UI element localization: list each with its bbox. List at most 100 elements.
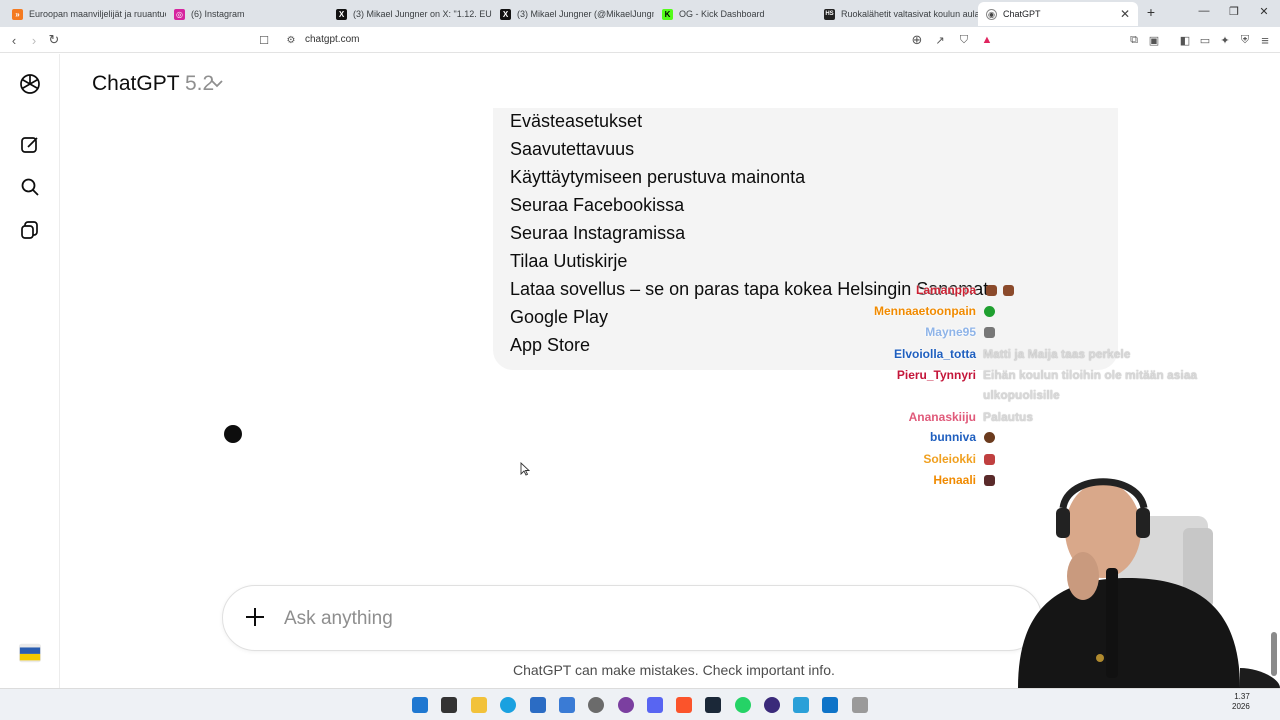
emote-icon bbox=[984, 454, 995, 465]
tab-title: (6) Instagram bbox=[191, 9, 245, 19]
openai-logo-icon[interactable] bbox=[18, 72, 42, 96]
new-tab-button[interactable]: + bbox=[1143, 4, 1159, 20]
windows-start-icon[interactable] bbox=[412, 697, 428, 713]
file-explorer-icon[interactable] bbox=[471, 697, 487, 713]
tab-favicon-icon: » bbox=[12, 8, 23, 20]
sidebar-icon[interactable]: ◧ bbox=[1177, 32, 1193, 48]
brave-icon[interactable] bbox=[676, 697, 692, 713]
tab-groups-icon[interactable]: ▣ bbox=[1146, 32, 1162, 48]
message-line: Tilaa Uutiskirje bbox=[510, 251, 628, 271]
chat-message: Eihän koulun tiloihin ole mitään asiaa bbox=[983, 368, 1198, 382]
model-selector[interactable]: ChatGPT 5.2 bbox=[92, 72, 214, 96]
app-icon[interactable] bbox=[852, 697, 868, 713]
extensions-icon[interactable]: ⧉ bbox=[1126, 32, 1142, 48]
chat-username: bunniva bbox=[929, 430, 976, 444]
emote-icon bbox=[986, 285, 997, 296]
tab-favicon-icon: ◉ bbox=[986, 8, 997, 20]
chat-username: Henaali bbox=[933, 473, 976, 487]
edge-icon[interactable] bbox=[500, 697, 516, 713]
discord-icon[interactable] bbox=[647, 697, 663, 713]
taskbar-clock[interactable]: 1.37 2026 bbox=[1232, 692, 1250, 712]
mouse-cursor-icon bbox=[520, 461, 531, 481]
whatsapp-icon[interactable] bbox=[735, 697, 751, 713]
browser-tab[interactable]: HS Ruokalähetit valtasivat koulun aulan bbox=[816, 2, 978, 26]
wallet-icon[interactable]: ▭ bbox=[1197, 32, 1213, 48]
emote-icon bbox=[1003, 285, 1014, 296]
share-icon[interactable]: ↗ bbox=[932, 32, 948, 48]
zoom-icon[interactable]: ⊕ bbox=[909, 32, 925, 48]
clock-time: 1.37 bbox=[1234, 692, 1250, 701]
chat-username: Soleiokki bbox=[923, 452, 976, 466]
app-icon[interactable] bbox=[559, 697, 575, 713]
chat-username: Lamanppa bbox=[915, 283, 976, 297]
address-bar-url[interactable]: chatgpt.com bbox=[305, 34, 359, 45]
tab-title: OG - Kick Dashboard bbox=[679, 9, 765, 19]
reload-icon[interactable]: ↻ bbox=[46, 32, 62, 48]
plus-icon[interactable] bbox=[244, 606, 266, 628]
message-line: Seuraa Instagramissa bbox=[510, 223, 686, 243]
chat-message: Palautus bbox=[983, 410, 1034, 424]
message-line: Evästeasetukset bbox=[510, 111, 643, 131]
browser-tab[interactable]: X (3) Mikael Jungner (@MikaelJungne bbox=[492, 2, 654, 26]
browser-toolbar: ‹ › ↻ ☐ ⚙ chatgpt.com ⊕ ↗ ⛉ ▲ ⧉ ▣ ◧ ▭ ✦ … bbox=[0, 27, 1280, 53]
chat-message: Matti ja Maija taas perkele bbox=[983, 347, 1131, 361]
browser-tab[interactable]: » Euroopan maanviljelijät ja ruuantuott bbox=[4, 2, 166, 26]
browser-tab[interactable]: ◎ (6) Instagram bbox=[166, 2, 328, 26]
site-settings-icon[interactable]: ⚙ bbox=[283, 32, 299, 48]
message-line: Käyttäytymiseen perustuva mainonta bbox=[510, 167, 806, 187]
model-name: ChatGPT bbox=[92, 72, 180, 95]
browser-tab-active[interactable]: ◉ ChatGPT ✕ bbox=[978, 2, 1138, 26]
search-icon[interactable] bbox=[18, 175, 42, 199]
close-window-icon[interactable]: ✕ bbox=[1256, 5, 1272, 18]
tab-title: Euroopan maanviljelijät ja ruuantuott bbox=[29, 9, 166, 19]
voice-activity-dot bbox=[224, 425, 242, 443]
user-avatar[interactable] bbox=[18, 641, 42, 665]
tab-favicon-icon: ◎ bbox=[174, 8, 185, 20]
chatgpt-sidebar bbox=[0, 54, 60, 688]
settings-icon[interactable] bbox=[588, 697, 604, 713]
tab-title: ChatGPT bbox=[1003, 9, 1041, 19]
bookmark-icon[interactable]: ☐ bbox=[256, 32, 272, 48]
task-view-icon[interactable] bbox=[441, 697, 457, 713]
brave-shield-icon[interactable]: ⛉ bbox=[956, 32, 972, 48]
leo-ai-icon[interactable]: ✦ bbox=[1217, 32, 1233, 48]
tab-title: Ruokalähetit valtasivat koulun aulan bbox=[841, 9, 978, 19]
disclaimer-text: ChatGPT can make mistakes. Check importa… bbox=[513, 662, 835, 678]
prompt-input[interactable]: Ask anything bbox=[284, 608, 393, 630]
chat-username: Mayne95 bbox=[925, 325, 976, 339]
restore-window-icon[interactable]: ❐ bbox=[1226, 5, 1242, 18]
chevron-down-icon[interactable] bbox=[210, 76, 224, 95]
close-tab-icon[interactable]: ✕ bbox=[1120, 7, 1130, 21]
page-scrollbar[interactable] bbox=[1271, 632, 1277, 676]
message-line: App Store bbox=[510, 335, 591, 355]
browser-tab[interactable]: K OG - Kick Dashboard bbox=[654, 2, 816, 26]
message-line: Seuraa Facebookissa bbox=[510, 195, 685, 215]
library-icon[interactable] bbox=[18, 218, 42, 242]
app-icon[interactable] bbox=[793, 697, 809, 713]
minimize-window-icon[interactable]: — bbox=[1196, 5, 1212, 17]
tab-favicon-icon: X bbox=[336, 8, 347, 20]
tab-title: (3) Mikael Jungner on X: "1.12. EU-p bbox=[353, 9, 492, 19]
tab-title: (3) Mikael Jungner (@MikaelJungne bbox=[517, 9, 654, 19]
obs-icon[interactable] bbox=[764, 697, 780, 713]
app-icon[interactable] bbox=[618, 697, 634, 713]
chat-message-continued: ulkopuolisille bbox=[983, 388, 1060, 402]
new-chat-icon[interactable] bbox=[18, 133, 42, 157]
browser-tab[interactable]: X (3) Mikael Jungner on X: "1.12. EU-p bbox=[328, 2, 492, 26]
store-icon[interactable] bbox=[530, 697, 546, 713]
tab-favicon-icon: X bbox=[500, 8, 511, 20]
steam-icon[interactable] bbox=[705, 697, 721, 713]
vpn-icon[interactable]: ⛨ bbox=[1237, 32, 1253, 48]
forward-icon[interactable]: › bbox=[26, 32, 42, 48]
brave-rewards-icon[interactable]: ▲ bbox=[979, 32, 995, 48]
menu-icon[interactable]: ≡ bbox=[1257, 32, 1273, 48]
vscode-icon[interactable] bbox=[822, 697, 838, 713]
windows-taskbar bbox=[0, 688, 1280, 720]
chat-username: Mennaaetoonpain bbox=[873, 304, 976, 318]
back-icon[interactable]: ‹ bbox=[6, 32, 22, 48]
tab-favicon-icon: HS bbox=[824, 8, 835, 20]
browser-tab-strip: » Euroopan maanviljelijät ja ruuantuott … bbox=[0, 0, 1280, 27]
clock-year: 2026 bbox=[1232, 702, 1250, 711]
message-line: Google Play bbox=[510, 307, 609, 327]
chat-username: Elvoiolla_totta bbox=[893, 347, 976, 361]
